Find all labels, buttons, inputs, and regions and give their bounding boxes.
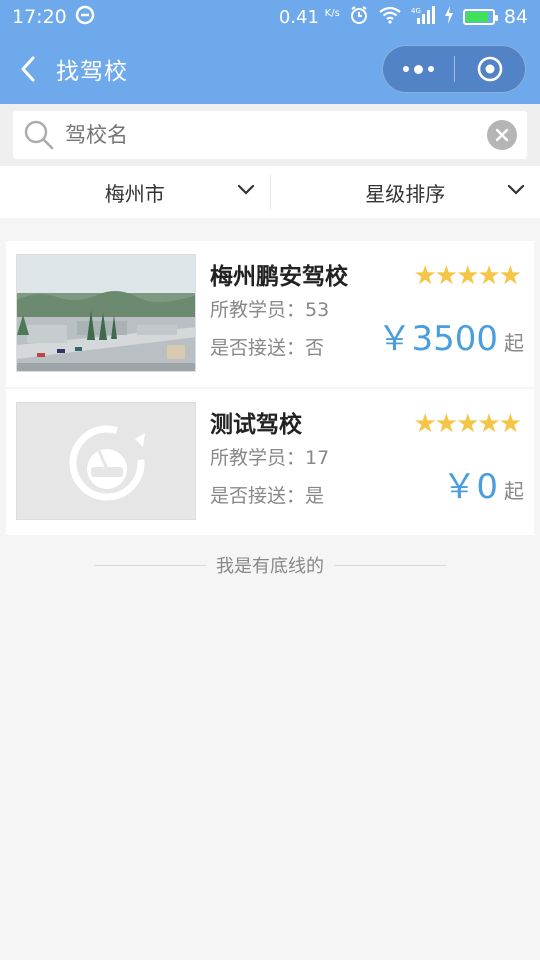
wifi-icon bbox=[378, 6, 402, 29]
back-button[interactable] bbox=[0, 34, 56, 104]
status-time: 17:20 bbox=[12, 6, 67, 28]
school-photo-placeholder bbox=[16, 402, 196, 520]
students-count: 53 bbox=[305, 299, 330, 321]
price: ￥0 起 bbox=[442, 459, 524, 508]
nav-bar: 找驾校 bbox=[0, 34, 540, 104]
placeholder-logo-icon bbox=[17, 403, 195, 519]
star-rating: ★★★★★ bbox=[413, 261, 522, 291]
close-icon bbox=[495, 128, 509, 142]
end-of-list-text: 我是有底线的 bbox=[216, 556, 324, 577]
school-card[interactable]: 测试驾校 所教学员：17 是否接送：是 ★★★★★ ￥0 起 bbox=[6, 389, 534, 535]
search-bar bbox=[0, 104, 540, 166]
chevron-left-icon bbox=[21, 56, 35, 82]
notification-icon bbox=[75, 5, 95, 30]
pickup-value: 否 bbox=[305, 337, 325, 359]
page-title: 找驾校 bbox=[56, 59, 128, 85]
star-rating: ★★★★★ bbox=[413, 409, 522, 439]
price-unit: 起 bbox=[504, 479, 524, 503]
top-bar: 17:20 0.41 K/s 4G 84 找驾校 bbox=[0, 0, 540, 104]
more-dots-icon bbox=[403, 66, 409, 72]
pickup-value: 是 bbox=[305, 485, 325, 507]
status-bar: 17:20 0.41 K/s 4G 84 bbox=[0, 0, 540, 34]
end-of-list-note: 我是有底线的 bbox=[94, 552, 446, 578]
alarm-icon bbox=[349, 5, 369, 30]
more-button[interactable] bbox=[383, 46, 454, 92]
search-box bbox=[13, 111, 527, 159]
divider-line bbox=[94, 564, 206, 566]
filter-bar: 梅州市 星级排序 bbox=[0, 166, 540, 218]
price-amount: ￥0 bbox=[442, 467, 498, 507]
city-filter-label: 梅州市 bbox=[104, 181, 165, 206]
price-unit: 起 bbox=[504, 331, 524, 355]
chevron-down-icon bbox=[507, 184, 525, 195]
price: ￥3500 起 bbox=[377, 311, 524, 360]
sort-filter-label: 星级排序 bbox=[365, 181, 446, 206]
school-info: 梅州鹏安驾校 所教学员：53 是否接送：否 bbox=[210, 254, 348, 367]
school-card[interactable]: 梅州鹏安驾校 所教学员：53 是否接送：否 ★★★★★ ￥3500 起 bbox=[6, 241, 534, 387]
charging-icon bbox=[444, 5, 454, 29]
battery-level: 84 bbox=[503, 6, 528, 28]
miniprogram-capsule bbox=[382, 45, 526, 93]
students-row: 所教学员：17 bbox=[210, 447, 330, 469]
school-info: 测试驾校 所教学员：17 是否接送：是 bbox=[210, 402, 329, 515]
search-input[interactable] bbox=[65, 123, 487, 147]
students-row: 所教学员：53 bbox=[210, 299, 330, 321]
network-speed: 0.41 K/s bbox=[278, 6, 340, 28]
battery-icon bbox=[462, 9, 498, 25]
sort-filter[interactable]: 星级排序 bbox=[271, 166, 540, 218]
pickup-row: 是否接送：否 bbox=[210, 337, 325, 359]
city-filter[interactable]: 梅州市 bbox=[0, 166, 270, 218]
school-photo bbox=[16, 254, 196, 372]
school-list: 梅州鹏安驾校 所教学员：53 是否接送：否 ★★★★★ ￥3500 起 测试驾校… bbox=[6, 241, 534, 535]
school-name: 测试驾校 bbox=[210, 412, 302, 438]
signal-icon: 4G bbox=[411, 5, 435, 29]
school-name: 梅州鹏安驾校 bbox=[210, 264, 348, 290]
chevron-down-icon bbox=[237, 184, 254, 195]
price-amount: ￥3500 bbox=[377, 319, 498, 359]
students-count: 17 bbox=[305, 447, 330, 469]
divider-line bbox=[334, 564, 446, 566]
close-miniprogram-button[interactable] bbox=[455, 46, 525, 92]
search-icon bbox=[24, 120, 54, 150]
pickup-row: 是否接送：是 bbox=[210, 485, 325, 507]
target-close-icon bbox=[477, 56, 503, 82]
clear-search-button[interactable] bbox=[487, 120, 517, 150]
svg-text:4G: 4G bbox=[411, 7, 421, 15]
